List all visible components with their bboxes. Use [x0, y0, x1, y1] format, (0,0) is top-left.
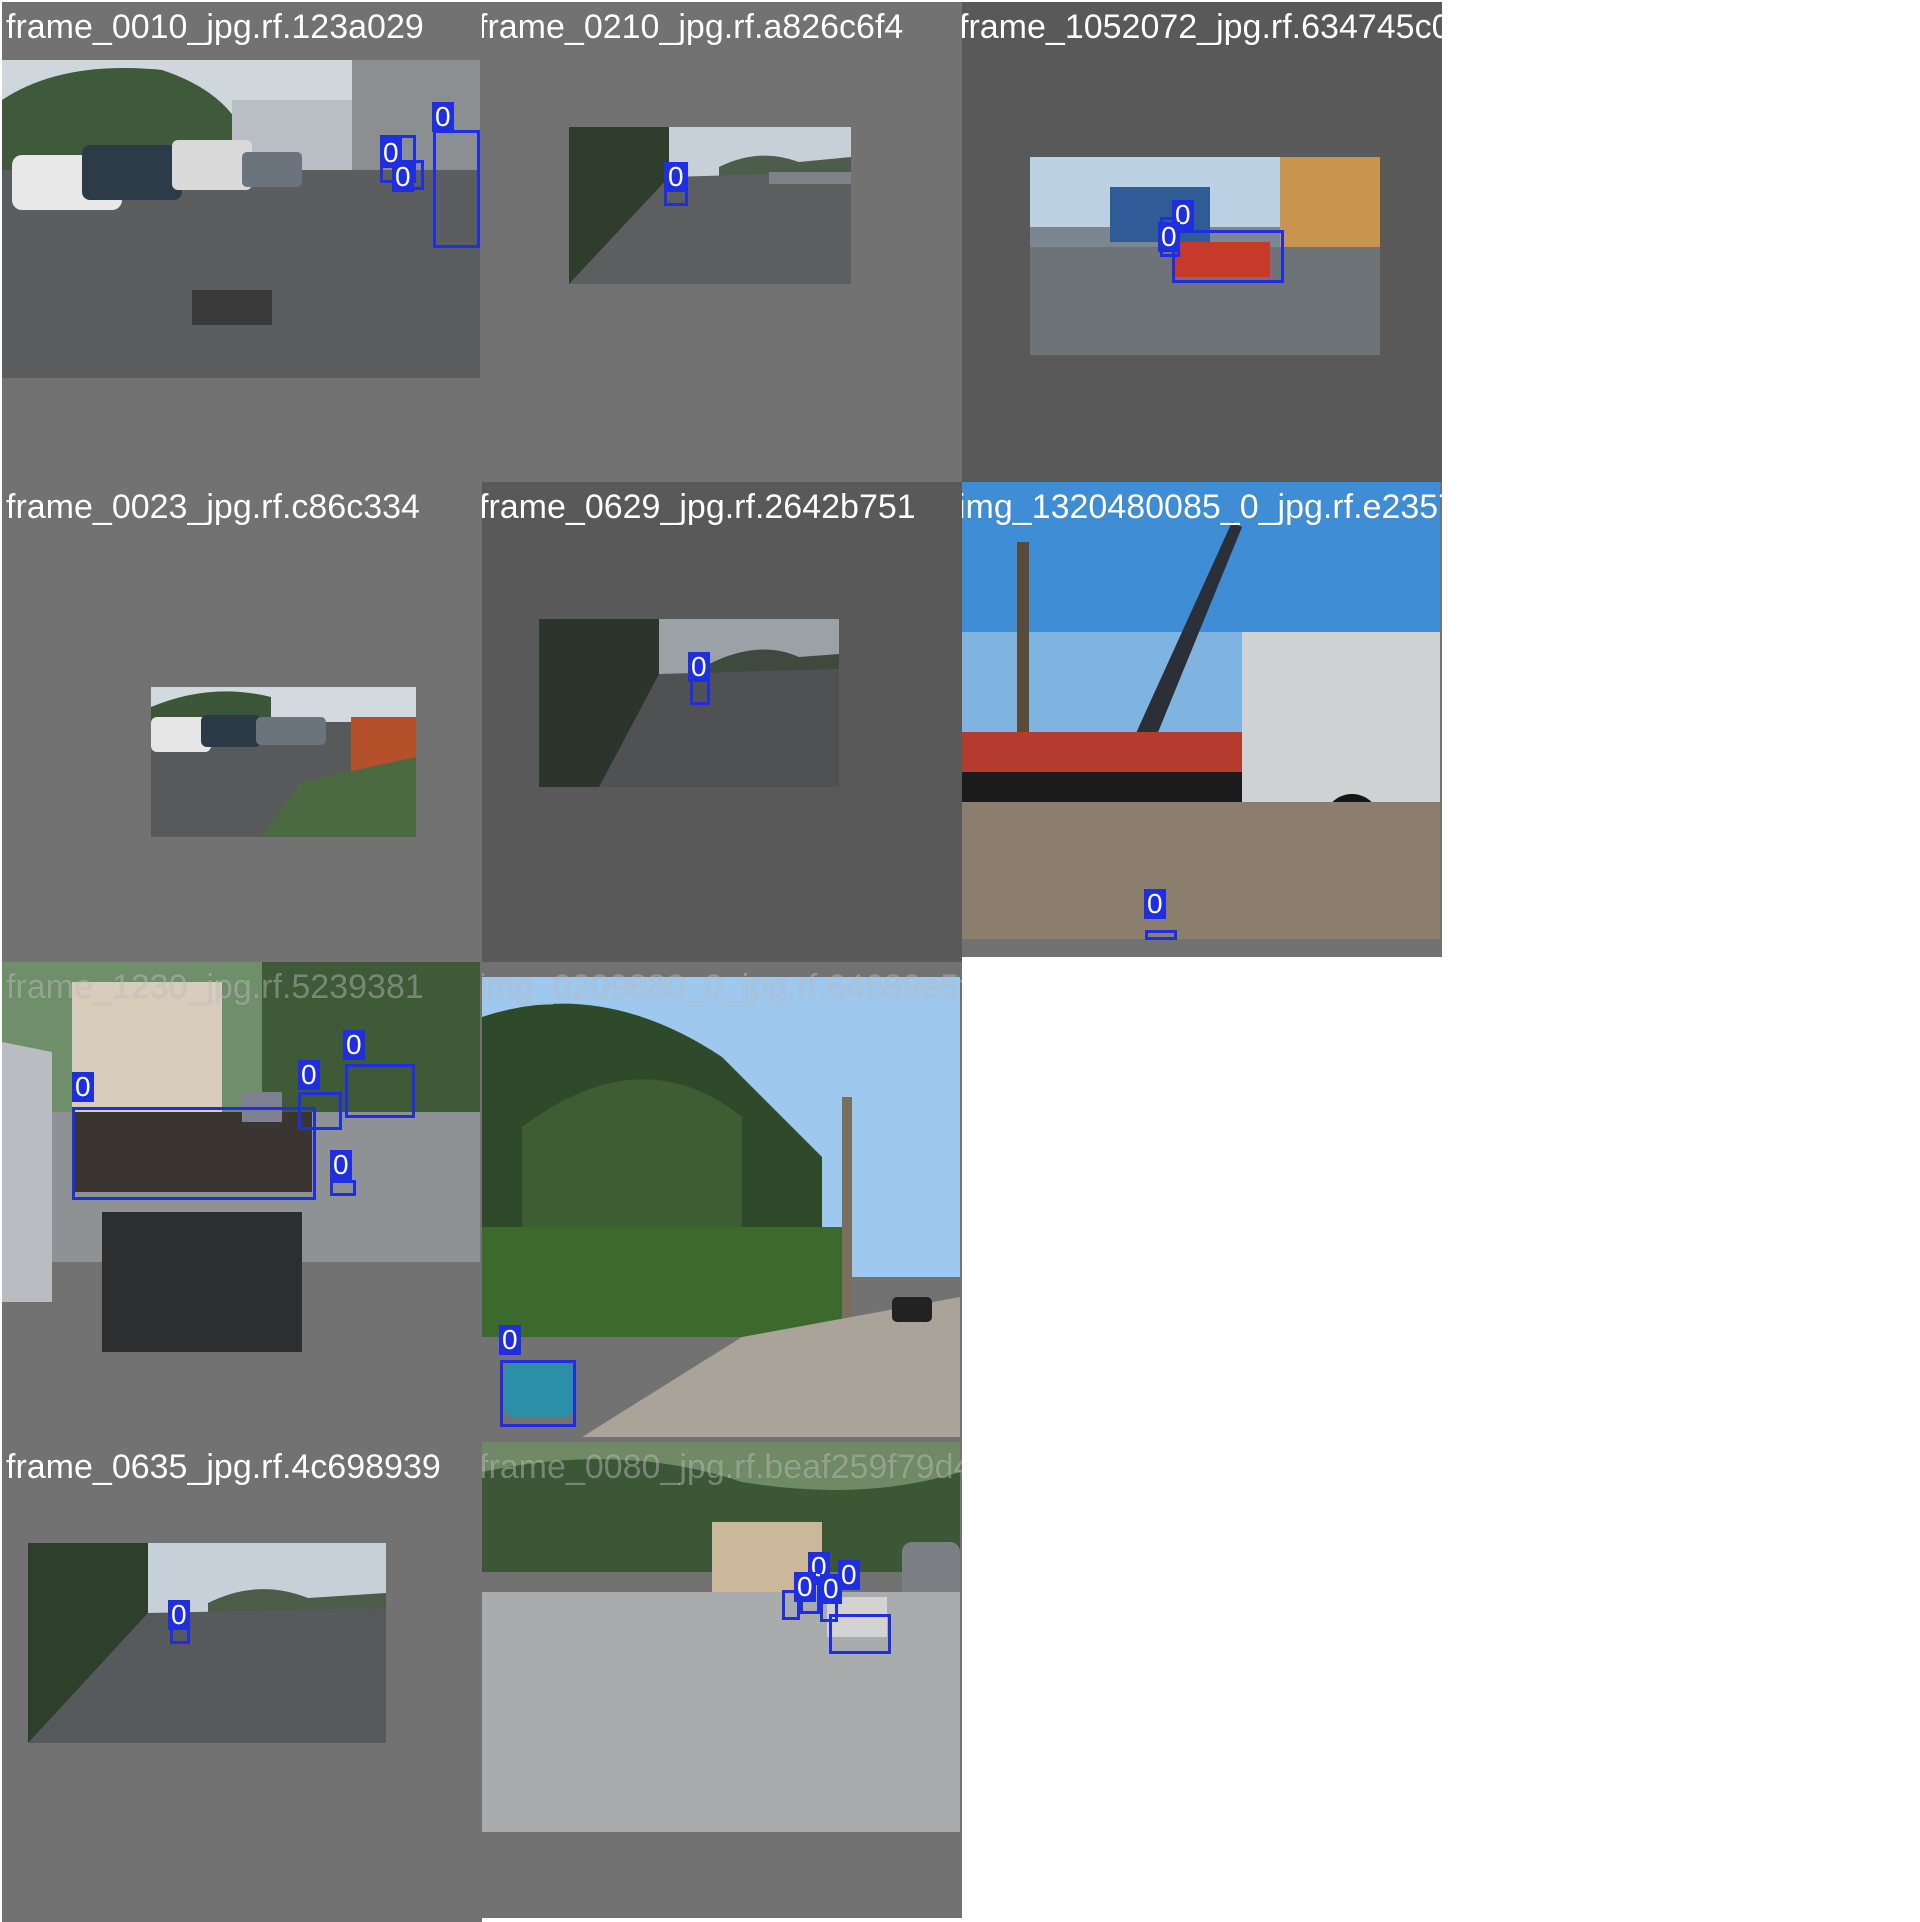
- tile-6: 0 img_1320480085_0_jpg.rf.e23571f2650ccc…: [962, 482, 1442, 957]
- tile-3: 0 0 frame_1052072_jpg.rf.634745c059751dd…: [962, 2, 1442, 482]
- tile-2: 0 frame_0210_jpg.rf.a826c6f4: [482, 2, 962, 482]
- class-label: 0: [432, 102, 454, 132]
- photo-crane-truck: [962, 482, 1440, 939]
- detection-mosaic: 0 0 0 frame_0010_jpg.rf.123a029 0 frame_…: [0, 0, 1920, 1922]
- tile-title: frame_0629_jpg.rf.2642b751: [482, 488, 916, 526]
- detection-box: [345, 1064, 415, 1118]
- photo-gravel-road: [569, 127, 851, 284]
- class-label: 0: [298, 1060, 320, 1090]
- tile-title: frame_0210_jpg.rf.a826c6f4: [482, 8, 904, 46]
- detection-box: [72, 1107, 316, 1200]
- tile-5: 0 frame_0629_jpg.rf.2642b751: [482, 482, 962, 962]
- tile-title: frame_0010_jpg.rf.123a029: [6, 8, 424, 46]
- detection-box: [500, 1360, 576, 1427]
- tile-4: 0 0 frame_0023_jpg.rf.c86c334: [2, 482, 482, 962]
- tile-9: 0 frame_0635_jpg.rf.4c698939: [2, 1442, 482, 1922]
- detection-box: [829, 1614, 891, 1654]
- tile-title: img_1320480085_0_jpg.rf.e23571f2650ccca6: [962, 488, 1442, 526]
- class-label: 0: [688, 652, 710, 682]
- class-label: 0: [1144, 889, 1166, 919]
- detection-box: [1172, 230, 1284, 283]
- tile-1: 0 0 0 frame_0010_jpg.rf.123a029: [2, 2, 482, 482]
- class-label: 0: [72, 1072, 94, 1102]
- class-label: 0: [343, 1030, 365, 1060]
- class-label: 0: [1158, 222, 1180, 252]
- detection-box: [330, 1180, 356, 1196]
- class-label: 0: [499, 1325, 521, 1355]
- detection-box: [433, 130, 480, 248]
- photo-parking-lot: [2, 60, 480, 378]
- tile-10: 0 0 0 0 frame_0080_jpg.rf.beaf259f79d4cb…: [482, 1442, 962, 1918]
- class-label: 0: [665, 162, 687, 192]
- tile-7: 0 0 0 0 frame_1230_jpg.rf.5239381: [2, 962, 482, 1442]
- class-label: 0: [820, 1574, 842, 1604]
- tile-title: frame_0023_jpg.rf.c86c334: [6, 488, 420, 526]
- photo-sunset-road: [28, 1543, 386, 1743]
- class-label: 0: [168, 1600, 190, 1630]
- photo-seawall-road: [539, 619, 839, 787]
- tile-title: img_0209880_0_jpg.rf.64689e5f7d2c03b4: [482, 968, 962, 1006]
- tile-title: frame_0080_jpg.rf.beaf259f79d4cb142a1dbb: [482, 1448, 962, 1486]
- tile-title: frame_1230_jpg.rf.5239381: [6, 968, 424, 1006]
- detection-box: [1145, 930, 1177, 940]
- tile-8: 0 img_0209880_0_jpg.rf.64689e5f7d2c03b4: [482, 962, 962, 1442]
- class-label: 0: [392, 162, 414, 192]
- detection-box: [298, 1092, 342, 1130]
- tile-title: frame_0635_jpg.rf.4c698939: [6, 1448, 441, 1486]
- tile-title: frame_1052072_jpg.rf.634745c059751ddb28c…: [962, 8, 1442, 46]
- class-label: 0: [794, 1572, 816, 1602]
- class-label: 0: [330, 1150, 352, 1180]
- photo-parking-lot-small: [151, 687, 416, 837]
